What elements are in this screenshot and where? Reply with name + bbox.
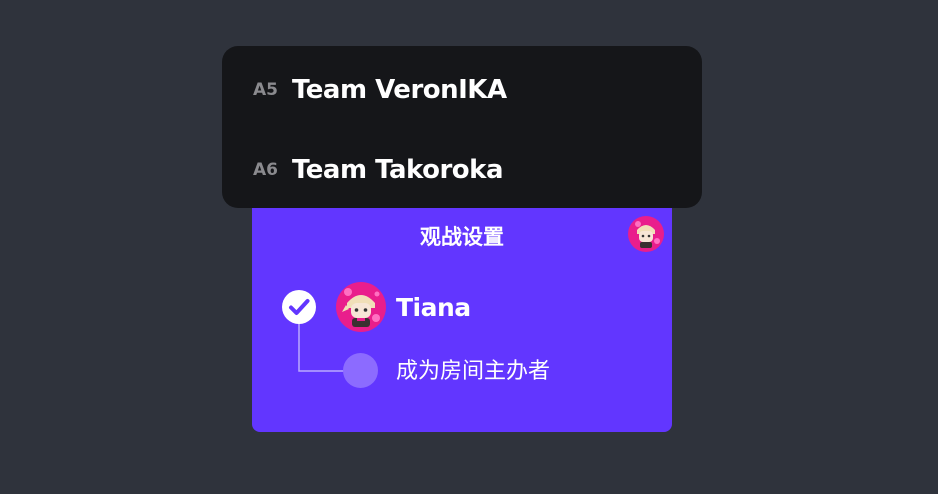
dropdown-item-a6[interactable]: A6 Team Takoroka <box>222 146 702 194</box>
host-option-label[interactable]: 成为房间主办者 <box>396 358 550 386</box>
team-name: Team VeronIKA <box>292 75 507 105</box>
team-name: Team Takoroka <box>292 155 504 185</box>
player-avatar-icon <box>336 282 386 332</box>
stage: 观战设置 Tiana 成为房间主办者 A5 Team VeronIKA A6 T… <box>0 0 938 494</box>
dropdown-item-a5[interactable]: A5 Team VeronIKA <box>222 66 702 114</box>
host-option-radio[interactable] <box>343 353 378 388</box>
spectator-settings-panel: 观战设置 Tiana 成为房间主办者 <box>252 190 672 432</box>
team-code: A5 <box>253 80 278 100</box>
team-dropdown: A5 Team VeronIKA A6 Team Takoroka <box>222 46 702 208</box>
check-circle-icon[interactable] <box>281 289 317 325</box>
team-code: A6 <box>253 160 278 180</box>
player-name: Tiana <box>396 293 471 322</box>
